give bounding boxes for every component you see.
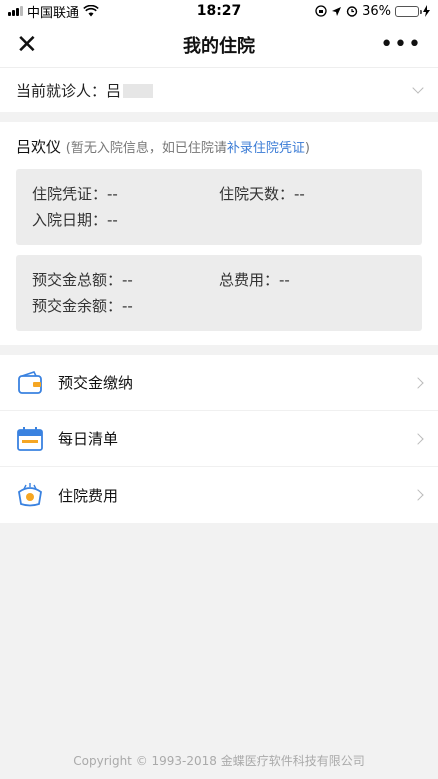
menu-item-deposit-payment[interactable]: 预交金缴纳 (0, 355, 438, 411)
carrier-name: 中国联通 (27, 5, 80, 21)
chevron-right-icon (412, 489, 424, 501)
menu-item-label: 住院费用 (58, 486, 119, 505)
status-time: 18:27 (196, 3, 242, 19)
patient-info-header: 吕欢仪 (暂无入院信息，如已住院请补录住院凭证) (16, 136, 422, 157)
current-patient: 当前就诊人：吕 (16, 80, 154, 101)
chevron-right-icon (412, 432, 424, 445)
deposit-balance-field: 预交金余额：-- (32, 297, 133, 315)
charging-icon (423, 5, 430, 17)
battery-icon (395, 5, 422, 17)
blurred-name (123, 84, 154, 98)
menu-item-label: 每日清单 (58, 430, 119, 448)
chevron-right-icon (412, 376, 424, 389)
location-icon (332, 6, 342, 16)
status-bar: 中国联通 18:27 36% (0, 0, 438, 22)
chevron-down-icon (412, 82, 424, 94)
deposit-total-field: 预交金总额：-- (32, 271, 133, 289)
admission-details: 住院凭证：-- 住院天数：-- 入院日期：-- (16, 169, 422, 245)
menu-item-daily-list[interactable]: 每日清单 (0, 411, 438, 467)
signal-icon (8, 6, 23, 16)
menu-item-hospital-fees[interactable]: 住院费用 (0, 467, 438, 523)
add-voucher-link[interactable]: 补录住院凭证 (227, 141, 305, 156)
current-patient-label: 当前就诊人：吕 (16, 81, 122, 100)
patient-name: 吕欢仪 (16, 138, 62, 156)
battery-percent: 36% (362, 3, 391, 19)
total-cost-field: 总费用：-- (219, 271, 290, 289)
calendar-icon (16, 425, 44, 453)
admission-date-field: 入院日期：-- (32, 211, 118, 229)
money-icon (16, 481, 44, 509)
screen-lock-icon (315, 5, 327, 17)
days-field: 住院天数：-- (219, 185, 305, 203)
menu-item-label: 预交金缴纳 (58, 374, 134, 392)
more-icon[interactable]: ••• (380, 32, 422, 57)
alarm-icon (346, 6, 358, 17)
hint-text: (暂无入院信息，如已住院请补录住院凭证) (65, 141, 310, 156)
page-title: 我的住院 (183, 35, 255, 57)
admission-info-card: 吕欢仪 (暂无入院信息，如已住院请补录住院凭证) 住院凭证：-- 住院天数：--… (0, 122, 438, 345)
voucher-field: 住院凭证：-- (32, 185, 118, 203)
wifi-icon (83, 5, 99, 17)
fee-details: 预交金总额：-- 总费用：-- 预交金余额：-- (16, 255, 422, 331)
patient-selector[interactable]: 当前就诊人：吕 (0, 68, 438, 112)
close-icon[interactable]: ✕ (16, 32, 44, 58)
nav-bar: ✕ 我的住院 ••• (0, 22, 438, 68)
menu-list: 预交金缴纳 每日清单 住院费用 (0, 355, 438, 523)
copyright-footer: Copyright © 1993-2018 金蝶医疗软件科技有限公司 (73, 754, 365, 768)
wallet-icon (16, 369, 44, 397)
